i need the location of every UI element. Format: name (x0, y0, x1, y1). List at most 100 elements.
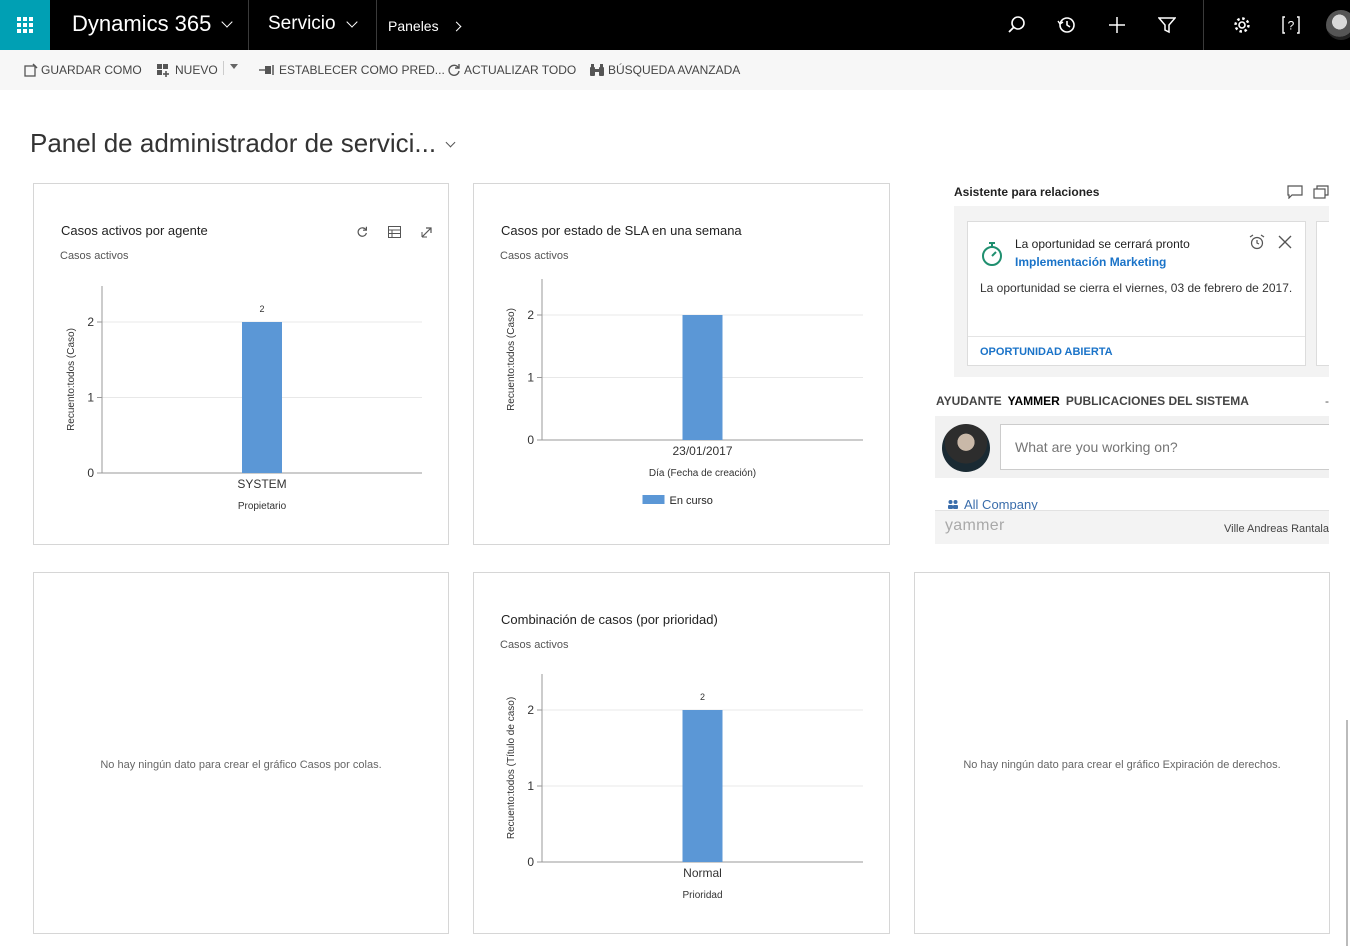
group-icon (948, 500, 958, 509)
chevron-down-icon (345, 16, 358, 28)
card-description: La oportunidad se cierra el viernes, 03 … (980, 281, 1293, 295)
search-icon[interactable] (1005, 13, 1029, 37)
advanced-find-button[interactable]: BÚSQUEDA AVANZADA (589, 63, 740, 77)
y-axis-label: Recuento:todos (Caso) (66, 328, 77, 431)
card-footer: OPORTUNIDAD ABIERTA (968, 336, 1305, 365)
priority-bar-chart: 0 1 2 2 Normal Prioridad Recuento:todos (Títul… (506, 674, 863, 901)
open-opportunity-button[interactable]: OPORTUNIDAD ABIERTA (980, 346, 1113, 358)
module-label: Servicio (268, 13, 336, 34)
history-icon[interactable] (1055, 13, 1079, 37)
chevron-down-icon[interactable] (445, 137, 456, 148)
plus-icon[interactable] (1105, 13, 1129, 37)
set-default-button[interactable]: ESTABLECER COMO PRED... (258, 63, 445, 77)
new-dashboard-icon (157, 64, 169, 77)
card-title: La oportunidad se cerrará pronto (1015, 237, 1190, 251)
refresh-all-button[interactable]: ACTUALIZAR TODO (447, 63, 576, 77)
bar (682, 710, 723, 862)
filter-icon[interactable] (1155, 13, 1179, 37)
data-label: 2 (700, 692, 705, 702)
new-label: NUEVO (175, 63, 218, 77)
group-label: All Company (964, 497, 1038, 511)
dashboard-selector[interactable]: Panel de administrador de servici... (30, 128, 436, 159)
set-default-label: ESTABLECER COMO PRED... (279, 63, 445, 77)
page-title: Panel de administrador de servici... (30, 128, 437, 158)
tab-ayudante[interactable]: AYUDANTE (936, 394, 1002, 408)
no-data-message: No hay ningún dato para crear el gráfico… (100, 759, 382, 771)
tab-yammer[interactable]: YAMMER (1008, 394, 1060, 408)
brand-label: Dynamics 365 (72, 11, 212, 36)
x-tick-label: 23/01/2017 (672, 444, 732, 458)
close-icon[interactable] (1278, 235, 1292, 249)
data-label: 2 (259, 304, 264, 314)
yammer-footer: yammer Ville Andreas Rantala (935, 510, 1329, 544)
waffle-icon (17, 17, 33, 33)
y-tick-label: 2 (527, 308, 534, 322)
yammer-logo: yammer (945, 517, 1005, 534)
legend-label: En curso (670, 495, 713, 507)
chart-panel-priority: Combinación de casos (por prioridad) Cas… (473, 572, 890, 934)
y-tick-label: 1 (527, 779, 534, 793)
command-divider (223, 61, 224, 75)
chart-panel-entitlement: No hay ningún dato para crear el gráfico… (914, 572, 1330, 934)
tab-system-posts[interactable]: PUBLICACIONES DEL SISTEMA (1066, 394, 1249, 408)
legend-swatch (642, 495, 665, 504)
page-scrollbar[interactable] (1346, 720, 1348, 946)
assistant-title: Asistente para relaciones (954, 185, 1100, 199)
save-as-button[interactable]: GUARDAR COMO (24, 63, 142, 77)
no-data-message: No hay ningún dato para crear el gráfico… (963, 759, 1281, 771)
post-input[interactable] (1000, 424, 1329, 470)
cards-icon[interactable] (1313, 185, 1329, 199)
breadcrumb[interactable]: Paneles (388, 18, 462, 34)
y-tick-label: 2 (87, 315, 94, 329)
y-tick-label: 1 (527, 371, 534, 385)
y-axis-label: Recuento:todos (Título de caso) (506, 697, 517, 839)
assistant-card-next[interactable] (1316, 221, 1329, 366)
snooze-icon[interactable] (1249, 234, 1265, 250)
save-as-icon (24, 63, 38, 77)
yammer-user-name: Ville Andreas Rantala (1224, 523, 1329, 535)
advanced-find-label: BÚSQUEDA AVANZADA (608, 63, 741, 77)
breadcrumb-label: Paneles (388, 18, 439, 34)
yammer-composer (935, 416, 1329, 478)
chart-panel-sla: Casos por estado de SLA en una semana Ca… (473, 183, 890, 545)
refresh-all-label: ACTUALIZAR TODO (464, 63, 577, 77)
new-dropdown-caret[interactable] (230, 64, 238, 69)
y-tick-label: 0 (527, 855, 534, 869)
svg-text:?: ? (1288, 19, 1295, 33)
chevron-down-icon (221, 16, 234, 28)
refresh-icon (448, 64, 460, 76)
help-icon[interactable]: ? (1279, 13, 1303, 37)
chart-panel-agent: Casos activos por agente Casos activos 0… (33, 183, 449, 545)
avatar (942, 424, 990, 472)
stopwatch-icon (982, 242, 1002, 266)
chevron-right-icon (451, 21, 462, 31)
opportunity-link[interactable]: Implementación Marketing (1015, 255, 1166, 269)
save-as-label: GUARDAR COMO (41, 63, 142, 77)
brand-menu[interactable]: Dynamics 365 (72, 11, 234, 37)
new-button[interactable]: NUEVO (156, 63, 218, 77)
app-launcher-button[interactable] (0, 0, 50, 50)
gear-icon[interactable] (1230, 13, 1254, 37)
module-menu[interactable]: Servicio (268, 13, 358, 35)
chart-panel-queues: No hay ningún dato para crear el gráfico… (33, 572, 449, 934)
x-tick-label: Normal (683, 866, 722, 880)
x-axis-label: Propietario (238, 501, 287, 512)
y-tick-label: 0 (527, 433, 534, 447)
comment-icon[interactable] (1287, 185, 1303, 200)
bar (242, 322, 282, 473)
y-tick-label: 2 (527, 703, 534, 717)
assistant-card[interactable]: La oportunidad se cerrará pronto Impleme… (967, 221, 1306, 366)
agent-bar-chart: 0 1 2 2 SYSTEM Propietario Recuento:todos (Cas… (66, 286, 422, 512)
y-axis-label: Recuento:todos (Caso) (506, 308, 517, 411)
x-axis-label: Prioridad (682, 890, 722, 901)
social-tabs: AYUDANTE YAMMER PUBLICACIONES DEL SISTEM… (936, 394, 1255, 408)
pin-icon (259, 65, 274, 75)
binoculars-icon (590, 64, 604, 76)
nav-divider (248, 0, 249, 50)
tab-overflow[interactable]: - (1325, 394, 1329, 408)
group-selector[interactable]: All Company (947, 497, 1038, 511)
x-axis-label: Día (Fecha de creación) (649, 468, 756, 479)
user-avatar[interactable] (1326, 10, 1350, 40)
assistant-card-area: La oportunidad se cerrará pronto Impleme… (954, 206, 1329, 377)
top-nav-bar: Dynamics 365 Servicio Paneles ? (0, 0, 1350, 50)
